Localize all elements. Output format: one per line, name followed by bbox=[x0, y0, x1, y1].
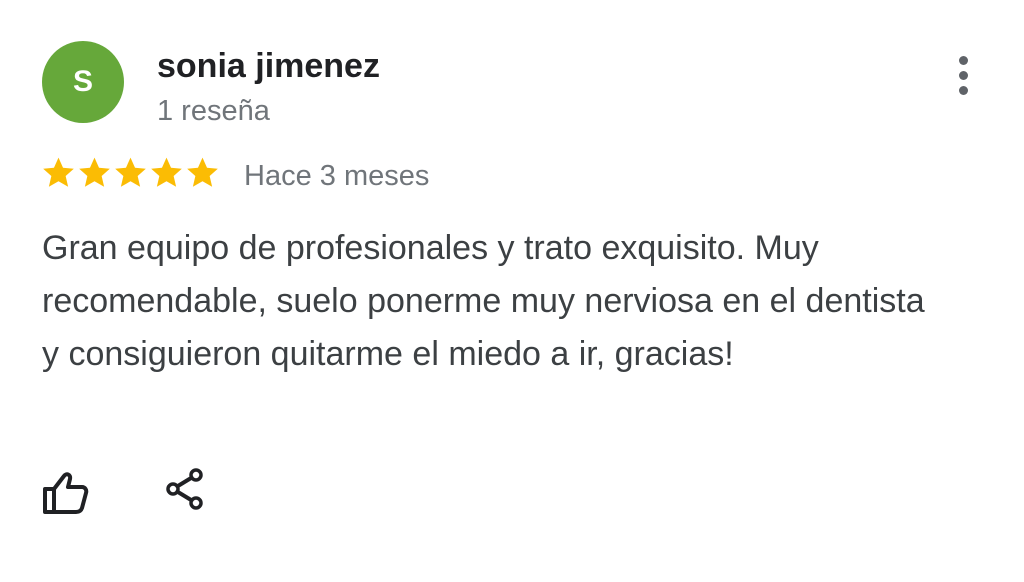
star-icon bbox=[43, 157, 74, 187]
star-icon bbox=[187, 157, 218, 187]
menu-dot bbox=[958, 85, 968, 95]
avatar[interactable]: S bbox=[42, 41, 124, 123]
review-text: Gran equipo de profesionales y trato exq… bbox=[42, 229, 925, 373]
menu-dot bbox=[958, 55, 968, 65]
star-icon bbox=[151, 157, 182, 187]
star-rating bbox=[41, 155, 220, 190]
reviewer-name[interactable]: sonia jimenez bbox=[157, 44, 380, 88]
more-vert-icon[interactable] bbox=[942, 52, 984, 98]
review-timestamp: Hace 3 meses bbox=[244, 160, 430, 192]
star-icon bbox=[115, 157, 146, 187]
star-icon bbox=[79, 157, 110, 187]
thumb-up-icon[interactable] bbox=[40, 470, 90, 516]
menu-dot bbox=[958, 70, 968, 80]
share-icon[interactable] bbox=[164, 467, 206, 511]
review-count: 1 reseña bbox=[157, 95, 270, 127]
